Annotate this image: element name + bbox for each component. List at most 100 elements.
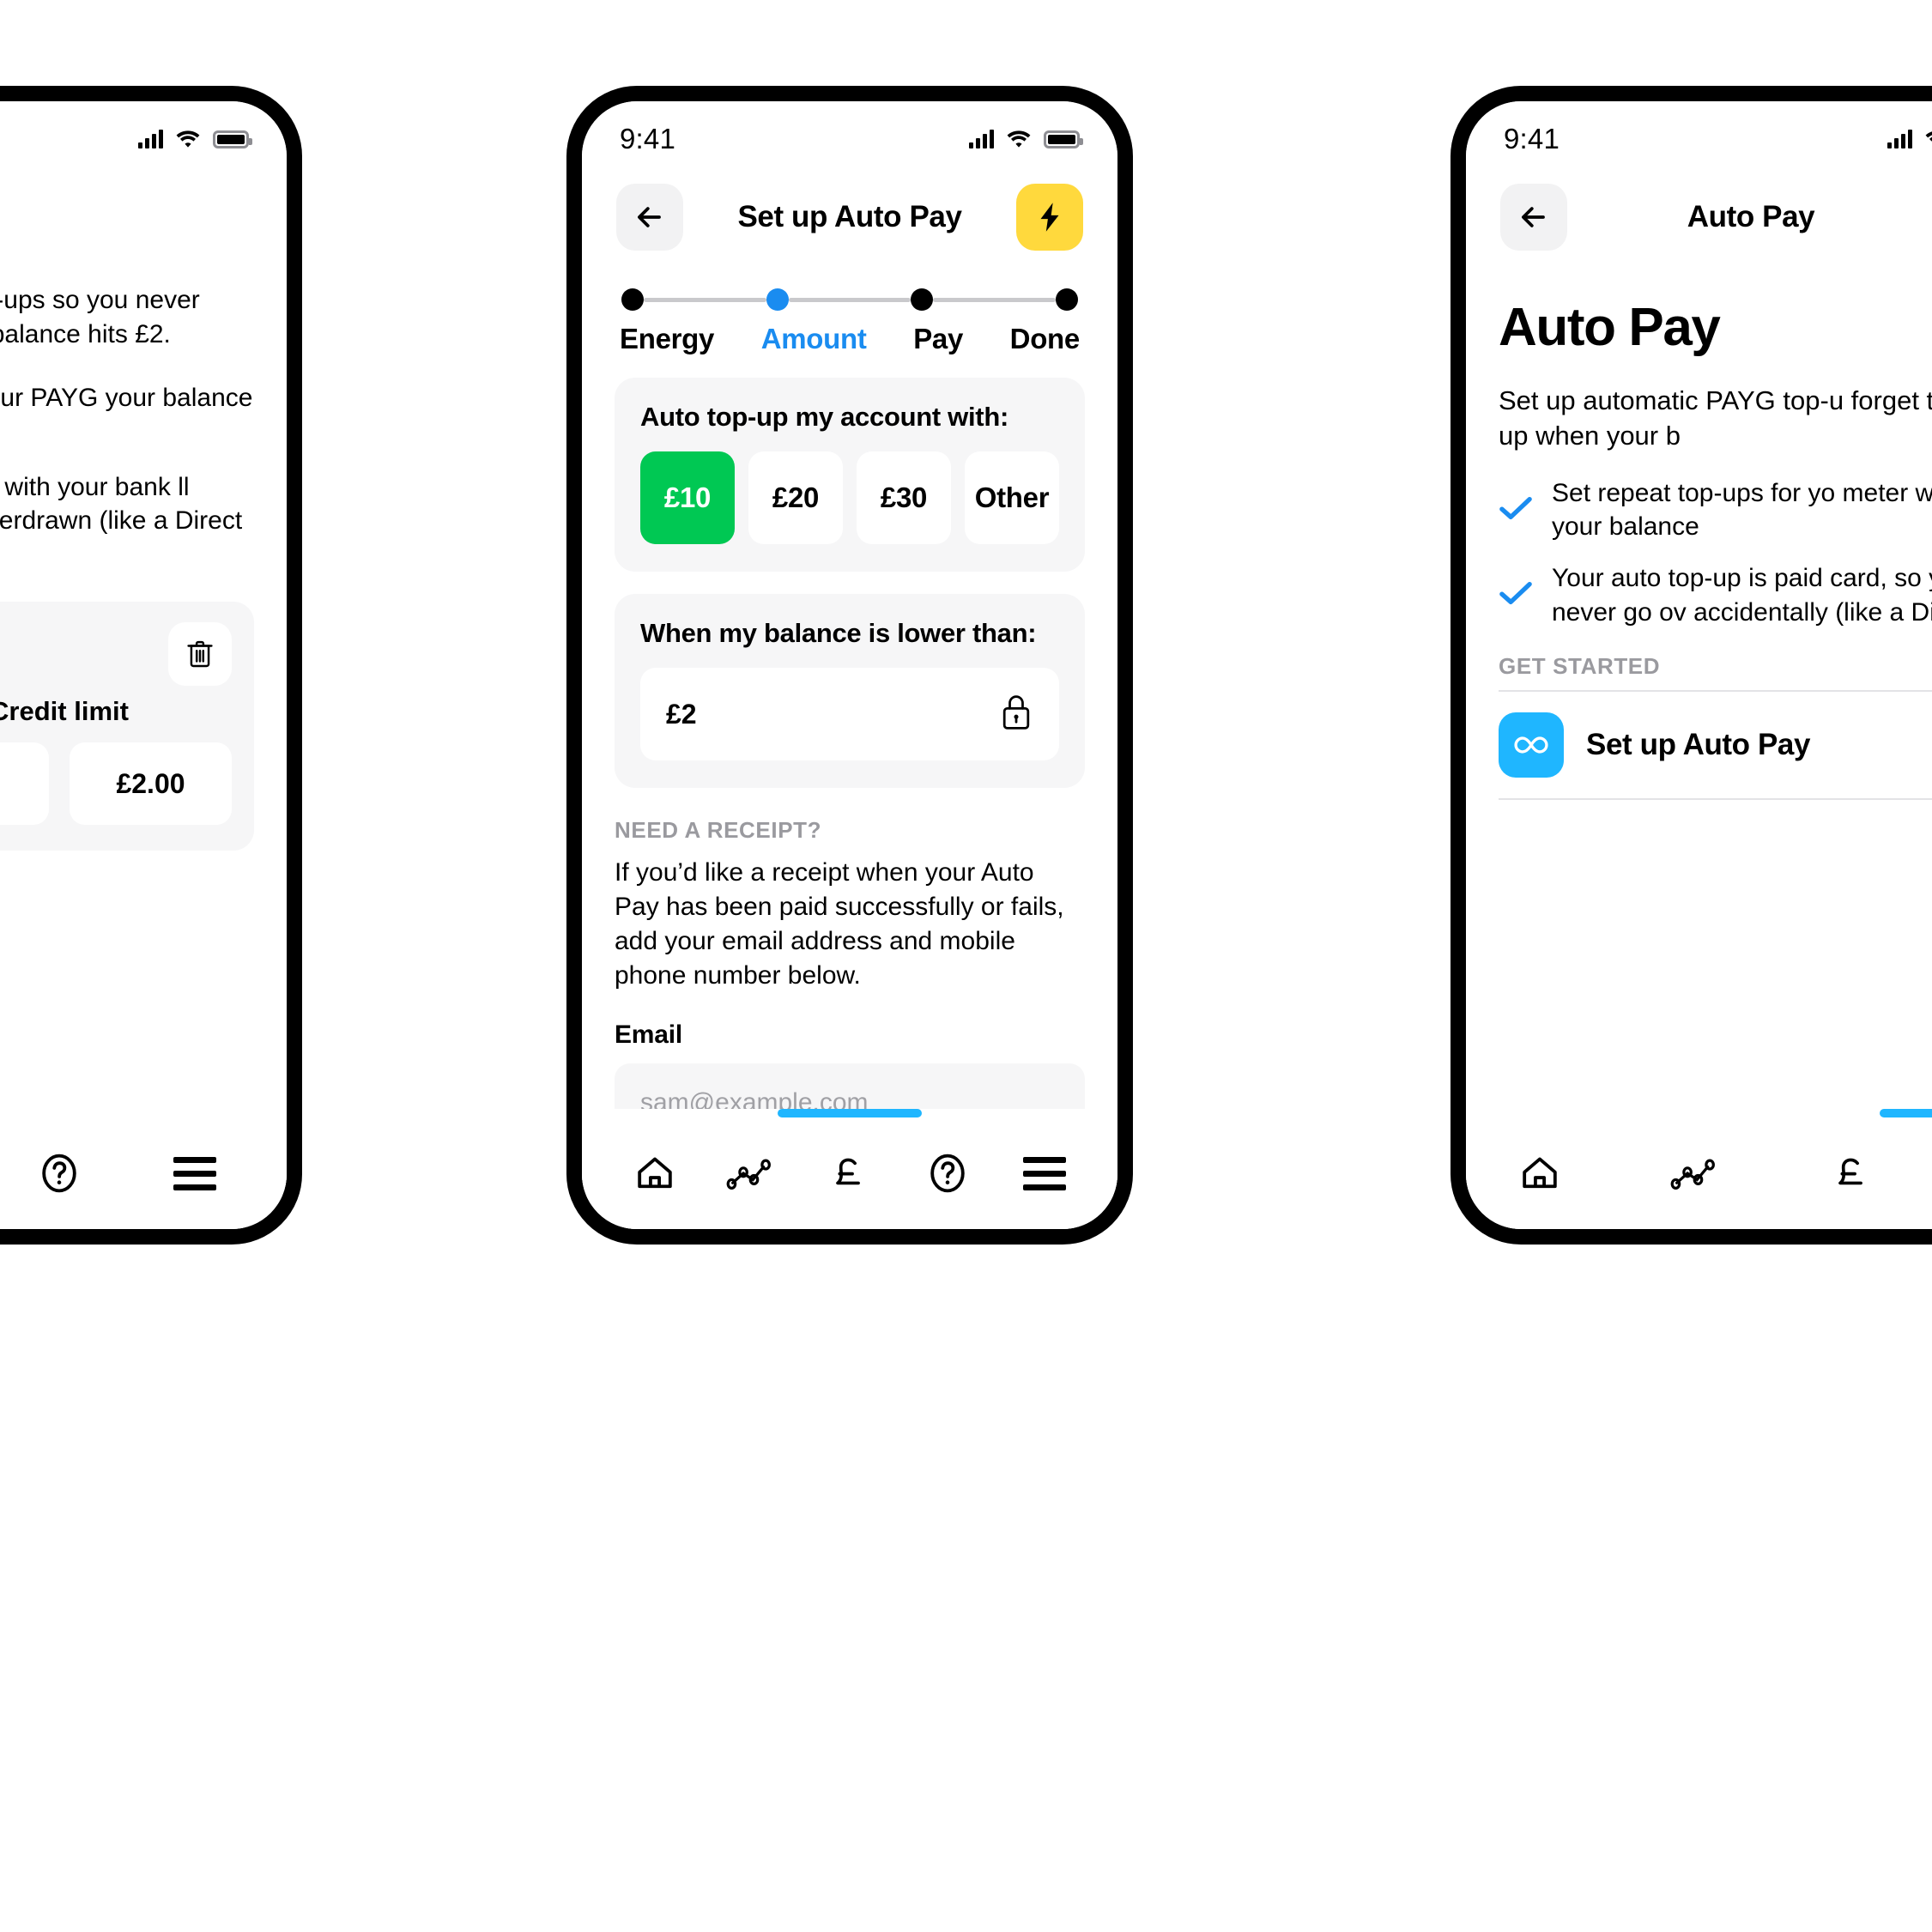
benefits-list: Set repeat top-ups for yo meter when you… (1466, 454, 1932, 629)
boost-button[interactable] (1016, 184, 1083, 251)
amount-options: £10 £20 £30 Other (640, 451, 1059, 544)
phone-center-screen: 9:41 Set up Auto Pay Energy Amount Pay D… (582, 101, 1117, 1229)
lock-icon (999, 693, 1033, 736)
scroll-indicator[interactable] (1880, 1109, 1932, 1117)
amount-option-30[interactable]: £30 (857, 451, 951, 544)
balance-threshold-value: £2 (666, 698, 697, 730)
set-up-auto-pay-label: Set up Auto Pay (1586, 728, 1811, 762)
left-body: c PAYG top-ups so you never when your ba… (0, 233, 287, 851)
benefit-text: Your auto top-up is paid card, so you’ll… (1552, 564, 1932, 627)
step-dot-done[interactable] (1056, 288, 1079, 311)
back-button[interactable] (616, 184, 683, 251)
nav-help-icon[interactable] (906, 1132, 989, 1214)
nav-menu-icon[interactable] (1003, 1132, 1086, 1214)
progress-stepper: Energy Amount Pay Done (582, 266, 1117, 355)
credit-limit-card: Credit limit £2.00 (0, 602, 254, 851)
nav-usage-chart-icon[interactable] (1655, 1132, 1737, 1214)
battery-icon (1044, 130, 1083, 148)
divider (1499, 798, 1932, 801)
bottom-area-left (0, 1109, 287, 1229)
back-arrow-icon (638, 207, 661, 227)
credit-limit-value[interactable]: £2.00 (70, 742, 232, 826)
phone-right-screen: 9:41 Auto Pay Auto Pay Set up automatic … (1466, 101, 1932, 1229)
screen-heading: Auto Pay (1499, 298, 1721, 357)
bottom-nav-center (582, 1117, 1117, 1229)
nav-usage-chart-icon[interactable] (711, 1132, 793, 1214)
nav-menu-icon[interactable] (154, 1132, 236, 1214)
get-started-heading: GET STARTED (1499, 653, 1661, 680)
nav-pound-icon[interactable] (809, 1132, 891, 1214)
signal-icon (969, 130, 994, 148)
credit-limit-label: Credit limit (0, 696, 129, 727)
app-header-left: Auto Pay (0, 165, 287, 233)
nav-home-icon[interactable] (1499, 1132, 1581, 1214)
step-label-energy[interactable]: Energy (620, 323, 714, 355)
back-button[interactable] (1500, 184, 1567, 251)
status-icons (969, 130, 1083, 148)
email-label: Email (615, 1020, 683, 1049)
status-time: 9:41 (620, 123, 676, 154)
step-line-2 (788, 297, 911, 302)
paragraph-3: o-up is paid with your bank ll never go … (0, 472, 243, 536)
status-time: 9:41 (1504, 123, 1560, 154)
lightning-bolt-icon (1040, 203, 1059, 232)
step-dot-pay[interactable] (911, 288, 934, 311)
screenshot-stage: Auto Pay c PAYG top-ups so you never whe… (0, 0, 1932, 1932)
menu-icon (173, 1156, 216, 1190)
topup-amount-title: Auto top-up my account with: (640, 402, 1008, 432)
app-header-right: Auto Pay (1466, 165, 1932, 266)
step-line-1 (644, 297, 766, 302)
paragraph-1: c PAYG top-ups so you never when your ba… (0, 286, 200, 348)
list-item: Your auto top-up is paid card, so you’ll… (1499, 561, 1932, 629)
status-icons (1887, 130, 1932, 148)
step-line-3 (933, 297, 1057, 302)
wifi-icon (175, 130, 201, 148)
trash-icon[interactable] (168, 622, 232, 687)
benefit-text: Set repeat top-ups for yo meter when you… (1552, 478, 1932, 542)
step-label-done[interactable]: Done (1010, 323, 1081, 355)
page-title: Auto Pay (0, 184, 252, 218)
topup-amount-card: Auto top-up my account with: £10 £20 £30… (615, 378, 1085, 572)
intro-text: Set up automatic PAYG top-u forget to to… (1499, 385, 1932, 451)
status-bar-right: 9:41 (1466, 101, 1932, 165)
step-label-amount[interactable]: Amount (761, 323, 867, 355)
nav-pound-icon[interactable] (1811, 1132, 1893, 1214)
balance-threshold-card: When my balance is lower than: £2 (615, 594, 1085, 788)
back-arrow-icon (1522, 207, 1545, 227)
scroll-indicator[interactable] (778, 1109, 922, 1117)
step-label-pay[interactable]: Pay (913, 323, 963, 355)
step-dot-energy[interactable] (621, 288, 644, 311)
step-dot-amount[interactable] (766, 288, 789, 311)
infinity-icon (1499, 712, 1564, 778)
signal-icon (1887, 130, 1912, 148)
nav-help-icon[interactable] (18, 1132, 100, 1214)
amount-option-20[interactable]: £20 (748, 451, 843, 544)
amount-option-other[interactable]: Other (965, 451, 1059, 544)
battery-icon (213, 130, 252, 148)
bottom-nav-left (0, 1117, 287, 1229)
credit-limit-box-hidden[interactable] (0, 742, 49, 826)
stepper-labels: Energy Amount Pay Done (620, 323, 1080, 355)
balance-threshold-field[interactable]: £2 (640, 668, 1059, 760)
status-icons (138, 130, 252, 148)
bottom-area-right (1466, 1109, 1932, 1229)
stepper-track (620, 288, 1080, 311)
bottom-area-center (582, 1109, 1117, 1229)
check-icon (1499, 495, 1533, 525)
list-item: Set repeat top-ups for yo meter when you… (1499, 476, 1932, 544)
nav-home-icon[interactable] (614, 1132, 696, 1214)
phone-left-screen: Auto Pay c PAYG top-ups so you never whe… (0, 101, 287, 1229)
paragraph-2: p-ups for your PAYG your balance reaches… (0, 383, 253, 412)
receipt-overline: NEED A RECEIPT? (615, 817, 822, 843)
wifi-icon (1924, 130, 1932, 148)
phone-right: 9:41 Auto Pay Auto Pay Set up automatic … (1451, 86, 1932, 1245)
page-title: Set up Auto Pay (737, 200, 962, 233)
app-header-center: Set up Auto Pay (582, 165, 1117, 266)
signal-icon (138, 130, 163, 148)
receipt-body: If you’d like a receipt when your Auto P… (615, 858, 1064, 990)
bottom-nav-right (1466, 1117, 1932, 1229)
page-title: Auto Pay (1687, 200, 1815, 233)
amount-option-10[interactable]: £10 (640, 451, 735, 544)
phone-center: 9:41 Set up Auto Pay Energy Amount Pay D… (566, 86, 1133, 1245)
set-up-auto-pay-row[interactable]: Set up Auto Pay (1466, 692, 1932, 798)
